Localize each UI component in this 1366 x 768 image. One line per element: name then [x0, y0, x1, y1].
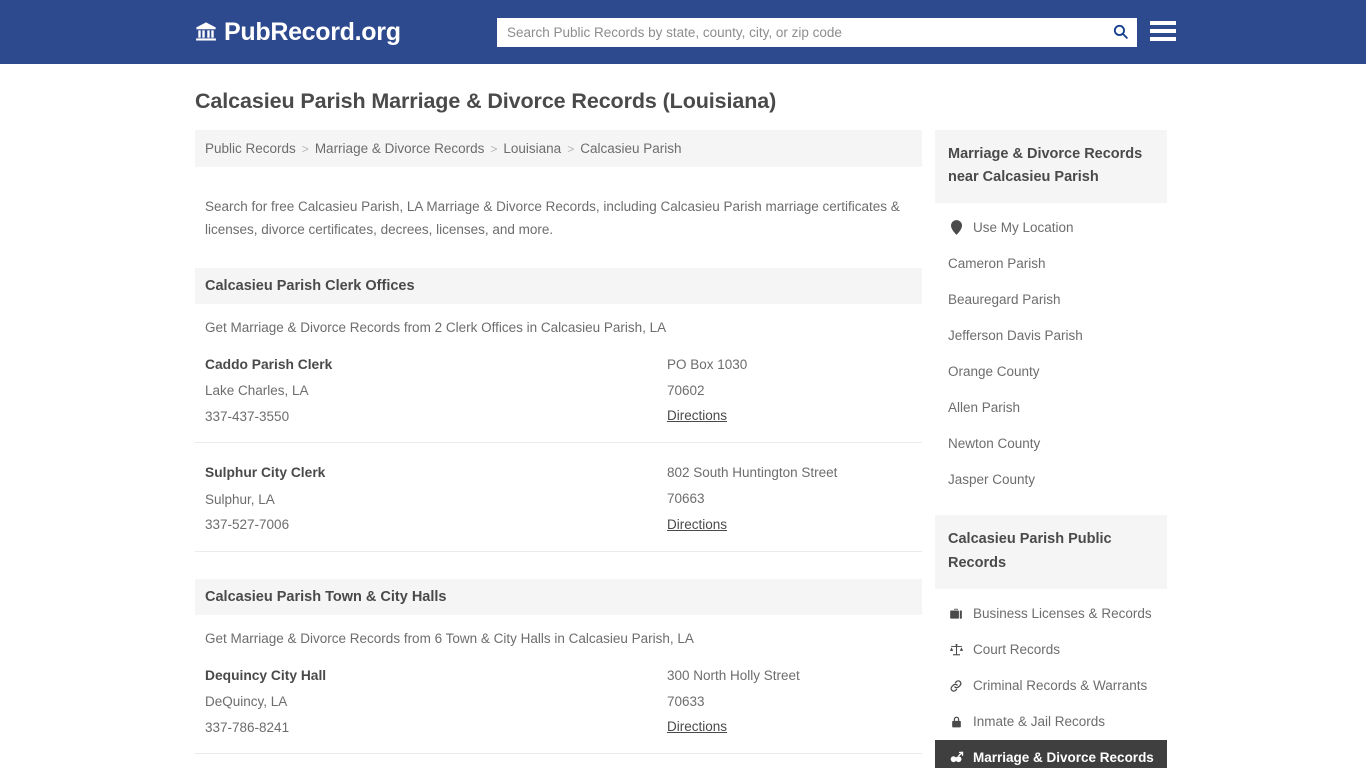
- sidebar-heading-public-records: Calcasieu Parish Public Records: [935, 515, 1167, 589]
- sidebar-item-newton-county[interactable]: Newton County: [935, 425, 1167, 461]
- listing-name: Caddo Parish Clerk: [205, 356, 333, 372]
- breadcrumb-item-public-records[interactable]: Public Records: [205, 141, 296, 156]
- listing-row: Dequincy City Hall DeQuincy, LA 337-786-…: [195, 646, 922, 755]
- sidebar-item-label: Cameron Parish: [948, 255, 1046, 271]
- listing-address: 802 South Huntington Street: [667, 465, 838, 481]
- sidebar-item-cameron-parish[interactable]: Cameron Parish: [935, 245, 1167, 281]
- section-subtitle-clerk-offices: Get Marriage & Divorce Records from 2 Cl…: [205, 319, 667, 335]
- listing-name: Sulphur City Clerk: [205, 465, 326, 481]
- sidebar-heading-nearby: Marriage & Divorce Records near Calcasie…: [935, 130, 1167, 204]
- section-subtitle-town-city-halls: Get Marriage & Divorce Records from 6 To…: [205, 630, 694, 646]
- listing-row: Sulphur City Clerk Sulphur, LA 337-527-7…: [195, 443, 922, 552]
- briefcase-icon: [948, 606, 964, 622]
- sidebar-item-label: Court Records: [973, 642, 1061, 658]
- sidebar-public-records-list: Business Licenses & Records Court Record…: [935, 596, 1167, 768]
- bank-building-icon: [195, 21, 217, 43]
- site-header: PubRecord.org: [0, 0, 1366, 64]
- listing-name: Dequincy City Hall: [205, 667, 327, 683]
- hamburger-bar: [1150, 37, 1176, 41]
- search-input[interactable]: [497, 19, 1103, 46]
- sidebar-item-allen-parish[interactable]: Allen Parish: [935, 389, 1167, 425]
- map-pin-icon: [948, 219, 964, 235]
- listing-city-state: DeQuincy, LA: [205, 694, 288, 710]
- listing-right: 802 South Huntington Street 70663 Direct…: [667, 460, 912, 537]
- sidebar-item-label: Jefferson Davis Parish: [948, 327, 1083, 343]
- sidebar-item-label: Newton County: [948, 435, 1041, 451]
- listing-zip: 70663: [667, 491, 705, 507]
- listing-city-state: Lake Charles, LA: [205, 383, 309, 399]
- venus-mars-icon: [948, 750, 964, 766]
- listing-phone: 337-786-8241: [205, 719, 290, 735]
- directions-link[interactable]: Directions: [667, 517, 727, 532]
- sidebar-item-jefferson-davis-parish[interactable]: Jefferson Davis Parish: [935, 317, 1167, 353]
- sidebar-item-label: Use My Location: [973, 219, 1074, 235]
- sidebar-item-orange-county[interactable]: Orange County: [935, 353, 1167, 389]
- hamburger-menu-icon[interactable]: [1150, 18, 1176, 44]
- section-heading-town-city-halls: Calcasieu Parish Town & City Halls: [195, 578, 922, 615]
- sidebar-item-court-records[interactable]: Court Records: [935, 632, 1167, 668]
- breadcrumb-separator: >: [490, 141, 498, 156]
- scales-of-justice-icon: [948, 642, 964, 658]
- breadcrumb-item-calcasieu-parish[interactable]: Calcasieu Parish: [580, 141, 681, 156]
- listing-left: Dequincy City Hall DeQuincy, LA 337-786-…: [205, 663, 667, 740]
- directions-link[interactable]: Directions: [667, 719, 727, 734]
- directions-link[interactable]: Directions: [667, 408, 727, 423]
- listing-phone: 337-527-7006: [205, 517, 290, 533]
- sidebar-item-business-licenses-records[interactable]: Business Licenses & Records: [935, 596, 1167, 632]
- sidebar-item-jasper-county[interactable]: Jasper County: [935, 461, 1167, 497]
- listing-row: Iowa City Hall Iowa, LA 337-582-3535 115…: [195, 754, 922, 768]
- breadcrumb: Public Records > Marriage & Divorce Reco…: [195, 130, 922, 167]
- sidebar-item-inmate-jail-records[interactable]: Inmate & Jail Records: [935, 704, 1167, 740]
- breadcrumb-item-louisiana[interactable]: Louisiana: [503, 141, 561, 156]
- page-body: Calcasieu Parish Marriage & Divorce Reco…: [0, 64, 1366, 768]
- page-title: Calcasieu Parish Marriage & Divorce Reco…: [195, 89, 777, 113]
- listing-address: 300 North Holly Street: [667, 667, 800, 683]
- sidebar-item-criminal-records-warrants[interactable]: Criminal Records & Warrants: [935, 668, 1167, 704]
- sidebar-public-records-block: Calcasieu Parish Public Records Business…: [935, 515, 1167, 768]
- page-intro-text: Search for free Calcasieu Parish, LA Mar…: [205, 198, 900, 237]
- content-columns: Public Records > Marriage & Divorce Reco…: [195, 130, 1366, 768]
- search-bar: [497, 18, 1137, 47]
- listing-zip: 70602: [667, 382, 705, 398]
- breadcrumb-item-marriage-divorce-records[interactable]: Marriage & Divorce Records: [315, 141, 485, 156]
- site-logo[interactable]: PubRecord.org: [195, 17, 401, 46]
- hamburger-bar: [1150, 21, 1176, 25]
- link-chain-icon: [948, 678, 964, 694]
- main-content: Public Records > Marriage & Divorce Reco…: [195, 130, 922, 768]
- breadcrumb-separator: >: [567, 141, 575, 156]
- listing-left: Caddo Parish Clerk Lake Charles, LA 337-…: [205, 352, 667, 429]
- sidebar-item-marriage-divorce-records[interactable]: Marriage & Divorce Records: [935, 739, 1167, 768]
- brand-name: PubRecord.org: [224, 17, 401, 46]
- sidebar: Marriage & Divorce Records near Calcasie…: [935, 130, 1167, 768]
- sidebar-item-label: Business Licenses & Records: [973, 606, 1152, 622]
- listing-left: Sulphur City Clerk Sulphur, LA 337-527-7…: [205, 460, 667, 537]
- section-heading-clerk-offices: Calcasieu Parish Clerk Offices: [195, 267, 922, 304]
- breadcrumb-separator: >: [301, 141, 309, 156]
- listing-right: 300 North Holly Street 70633 Directions: [667, 663, 912, 740]
- search-button[interactable]: [1103, 18, 1137, 47]
- sidebar-item-beauregard-parish[interactable]: Beauregard Parish: [935, 281, 1167, 317]
- sidebar-item-label: Orange County: [948, 363, 1040, 379]
- listing-address: PO Box 1030: [667, 356, 748, 372]
- hamburger-bar: [1150, 29, 1176, 33]
- listing-city-state: Sulphur, LA: [205, 491, 275, 507]
- sidebar-item-use-my-location[interactable]: Use My Location: [935, 209, 1167, 245]
- listing-right: PO Box 1030 70602 Directions: [667, 352, 912, 429]
- sidebar-item-label: Jasper County: [948, 471, 1036, 487]
- lock-icon: [948, 714, 964, 730]
- sidebar-nearby-list: Use My Location Cameron Parish Beauregar…: [935, 209, 1167, 497]
- sidebar-item-label: Marriage & Divorce Records: [973, 750, 1154, 766]
- sidebar-item-label: Beauregard Parish: [948, 291, 1061, 307]
- listing-zip: 70633: [667, 693, 705, 709]
- sidebar-item-label: Inmate & Jail Records: [973, 714, 1106, 730]
- sidebar-item-label: Allen Parish: [948, 399, 1021, 415]
- listing-row: Caddo Parish Clerk Lake Charles, LA 337-…: [195, 335, 922, 444]
- listing-phone: 337-437-3550: [205, 408, 290, 424]
- search-icon: [1112, 23, 1129, 43]
- sidebar-item-label: Criminal Records & Warrants: [973, 678, 1148, 694]
